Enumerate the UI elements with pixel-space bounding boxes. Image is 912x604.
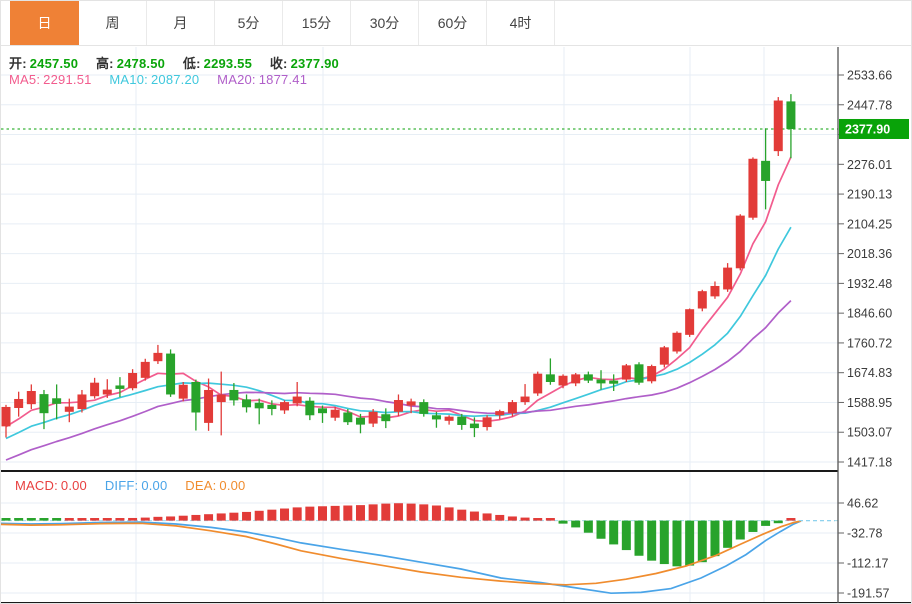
svg-text:1417.18: 1417.18 [847,456,892,470]
close-value: 2377.90 [291,56,339,71]
macd-histogram [2,503,796,566]
svg-text:2447.78: 2447.78 [847,98,892,112]
svg-text:2276.01: 2276.01 [847,158,892,172]
high-value: 2478.50 [117,56,165,71]
svg-text:1760.72: 1760.72 [847,336,892,350]
svg-text:-112.17: -112.17 [847,556,889,570]
tab-timeframe-2[interactable]: 月 [147,1,215,45]
candles [2,94,796,437]
ma10-label: MA10: [109,72,148,87]
svg-text:2377.90: 2377.90 [845,122,890,136]
ma20-line [6,301,791,460]
svg-text:1588.95: 1588.95 [847,396,892,410]
ma20-value: 1877.41 [259,72,307,87]
low-label: 低: [183,56,201,71]
candlestick-macd-chart[interactable]: 2533.66 2447.78 2276.01 2190.13 2104.25 2018.… [1,1,912,604]
price-axis: 2533.66 2447.78 2276.01 2190.13 2104.25 2018.… [838,69,892,601]
low-value: 2293.55 [204,56,252,71]
open-label: 开: [9,56,27,71]
tab-timeframe-4[interactable]: 15分 [283,1,351,45]
svg-text:2018.36: 2018.36 [847,247,892,261]
dea-value: 0.00 [219,478,245,493]
svg-text:46.62: 46.62 [847,497,878,511]
macd-readout: MACD:0.00 DIFF:0.00 DEA:0.00 [15,478,249,493]
timeframe-tabs: 日周月5分15分30分60分4时 [1,1,911,46]
high-label: 高: [96,56,114,71]
tab-timeframe-3[interactable]: 5分 [215,1,283,45]
ma5-value: 2291.51 [43,72,91,87]
ma5-label: MA5: [9,72,40,87]
diff-value: 0.00 [141,478,167,493]
dea-label: DEA: [185,478,216,493]
close-label: 收: [270,56,288,71]
ma20-label: MA20: [217,72,256,87]
svg-text:1846.60: 1846.60 [847,307,892,321]
svg-text:2533.66: 2533.66 [847,69,892,83]
open-value: 2457.50 [30,56,78,71]
tab-timeframe-1[interactable]: 周 [79,1,147,45]
svg-text:1674.83: 1674.83 [847,366,892,380]
svg-text:-32.78: -32.78 [847,527,882,541]
tab-timeframe-5[interactable]: 30分 [351,1,419,45]
svg-text:1932.48: 1932.48 [847,277,892,291]
macd-label: MACD: [15,478,58,493]
macd-value: 0.00 [61,478,87,493]
ohlc-readout: 开:2457.50 高:2478.50 低:2293.55 收:2377.90 [9,53,342,72]
svg-text:2190.13: 2190.13 [847,188,892,202]
current-price-tag: 2377.90 [839,119,909,139]
svg-text:1503.07: 1503.07 [847,426,892,440]
tab-timeframe-0[interactable]: 日 [10,1,79,45]
tab-timeframe-6[interactable]: 60分 [419,1,487,45]
kline-chart-window: 日周月5分15分30分60分4时 2533.66 2447.78 2276.01 21… [0,0,912,604]
tab-timeframe-7[interactable]: 4时 [487,1,555,45]
ma10-value: 2087.20 [151,72,199,87]
svg-text:-191.57: -191.57 [847,587,889,601]
ma-readout: MA5:2291.51 MA10:2087.20 MA20:1877.41 [9,72,310,87]
diff-label: DIFF: [105,478,139,493]
svg-text:2104.25: 2104.25 [847,217,892,231]
